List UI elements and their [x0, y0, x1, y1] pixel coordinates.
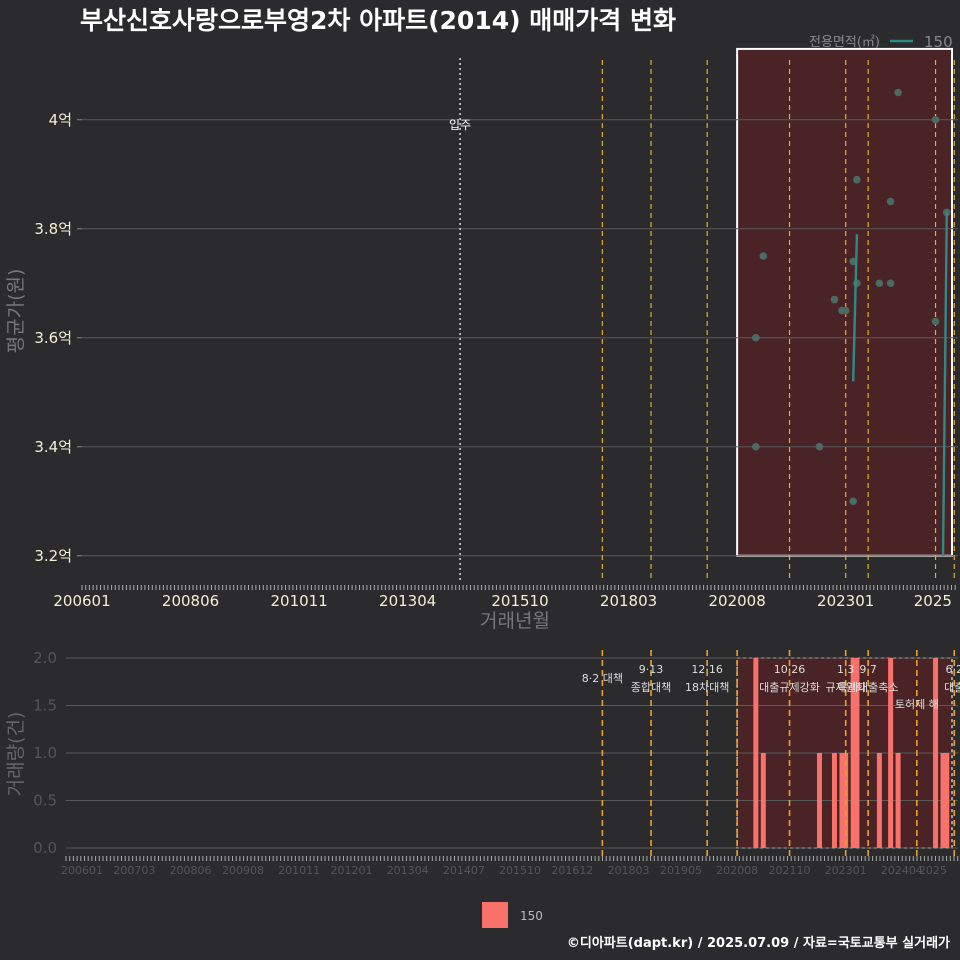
y-tick-label: 3.8억: [34, 220, 72, 238]
x-axis-label: 거래년월: [480, 610, 550, 632]
volume-bar: [753, 658, 759, 848]
volume-bar: [831, 753, 837, 848]
x-tick-label: 201905: [660, 864, 702, 877]
volume-bar: [816, 753, 822, 848]
volume-bar: [760, 753, 766, 848]
policy-label: 18차대책: [685, 681, 729, 694]
price-point: [886, 279, 895, 288]
y-tick-label: 0.5: [33, 792, 57, 810]
x-tick-label: 201803: [608, 864, 650, 877]
x-tick-label: 201011: [278, 864, 320, 877]
policy-label: 12·16: [691, 663, 723, 676]
x-tick-label: 201510: [499, 864, 541, 877]
y-tick-label: 0.0: [33, 839, 57, 857]
top-price-panel: 3.2억 3.4억 3.6억 3.8억 4억 입주 200601 200806 201011 20…: [5, 33, 958, 632]
policy-label: 9·7: [859, 663, 877, 676]
x-tick-label: 200806: [162, 592, 219, 610]
y-tick-label: 3.2억: [34, 547, 72, 565]
x-tick-label: 201407: [443, 864, 485, 877]
policy-label: 대출규제강화: [759, 681, 820, 694]
volume-bar: [933, 658, 939, 848]
y-tick-label: 1.5: [33, 697, 57, 715]
policy-label: 토허제 해: [895, 697, 939, 711]
legend-series-label: 150: [520, 909, 543, 923]
x-tick-label: 202301: [825, 864, 867, 877]
x-tick-label: 2025: [919, 864, 947, 877]
volume-bar: [944, 753, 950, 848]
movein-label: 입주: [449, 118, 471, 132]
policy-label: 10·26: [774, 663, 806, 676]
volume-bar: [876, 753, 882, 848]
policy-label: 특례대출축소: [838, 681, 899, 694]
policy-label: 대출: [944, 681, 960, 694]
price-point: [830, 295, 839, 304]
price-point: [752, 442, 760, 451]
bottom-volume-panel: 0.0 0.5 1.0 1.5 2.0 8·2 대책 9·13 종합대책 12·16 18차대책 1…: [5, 649, 960, 928]
price-point: [894, 88, 902, 97]
policy-label: 8·2 대책: [582, 672, 623, 685]
legend-bar-swatch: [482, 902, 508, 928]
x-tick-label: 202008: [716, 864, 758, 877]
x-tick-label: 201304: [379, 592, 436, 610]
y-tick-label: 3.6억: [34, 329, 72, 347]
price-point: [931, 317, 940, 326]
footer-credit: ©디아파트(dapt.kr) / 2025.07.09 / 자료=국토교통부 실…: [567, 935, 950, 951]
price-point: [931, 115, 940, 124]
policy-label: 1·3: [837, 663, 855, 676]
policy-label: 종합대책: [631, 681, 671, 694]
legend-series-label: 150: [924, 33, 953, 51]
price-point: [886, 197, 895, 206]
price-point: [875, 279, 884, 288]
x-tick-label: 200601: [53, 592, 110, 610]
x-tick-label: 201510: [491, 592, 548, 610]
y-tick-label: 4억: [49, 111, 72, 129]
price-point: [853, 175, 861, 184]
price-point: [849, 497, 857, 506]
price-point: [759, 252, 768, 260]
y-tick-label: 2.0: [33, 649, 57, 667]
x-tick-label: 200703: [113, 864, 155, 877]
y-axis-label: 평균가(원): [5, 269, 27, 354]
price-point: [752, 333, 760, 342]
x-tick-label: 202008: [708, 592, 765, 610]
y-tick-label: 1.0: [33, 744, 57, 762]
x-tick-label: 202404: [881, 864, 923, 877]
x-tick-label: 2025: [914, 592, 952, 610]
x-tick-label: 201304: [387, 864, 429, 877]
y-axis-label: 거래량(건): [5, 712, 27, 797]
x-tick-label: 201201: [331, 864, 373, 877]
x-tick-label: 200806: [170, 864, 212, 877]
x-tick-label: 201803: [600, 592, 657, 610]
x-tick-label: 201612: [551, 864, 593, 877]
x-tick-label: 200601: [61, 864, 103, 877]
volume-bar: [895, 753, 901, 848]
price-point: [841, 306, 850, 315]
policy-label: 9·13: [639, 663, 664, 676]
x-tick-label: 201011: [270, 592, 327, 610]
y-tick-label: 3.4억: [34, 438, 72, 456]
legend-title: 전용면적(㎡): [809, 35, 880, 50]
price-chart-svg: 부산신호사랑으로부영2차 아파트(2014) 매매가격 변화 3.2억3.4억3…: [5, 6, 960, 951]
x-tick-label: 202110: [769, 864, 811, 877]
x-tick-label: 202301: [817, 592, 874, 610]
price-point: [815, 442, 824, 451]
policy-label: 6·2: [946, 663, 960, 676]
highlight-region: [736, 47, 954, 557]
chart-title: 부산신호사랑으로부영2차 아파트(2014) 매매가격 변화: [80, 6, 676, 35]
x-tick-label: 200908: [222, 864, 264, 877]
